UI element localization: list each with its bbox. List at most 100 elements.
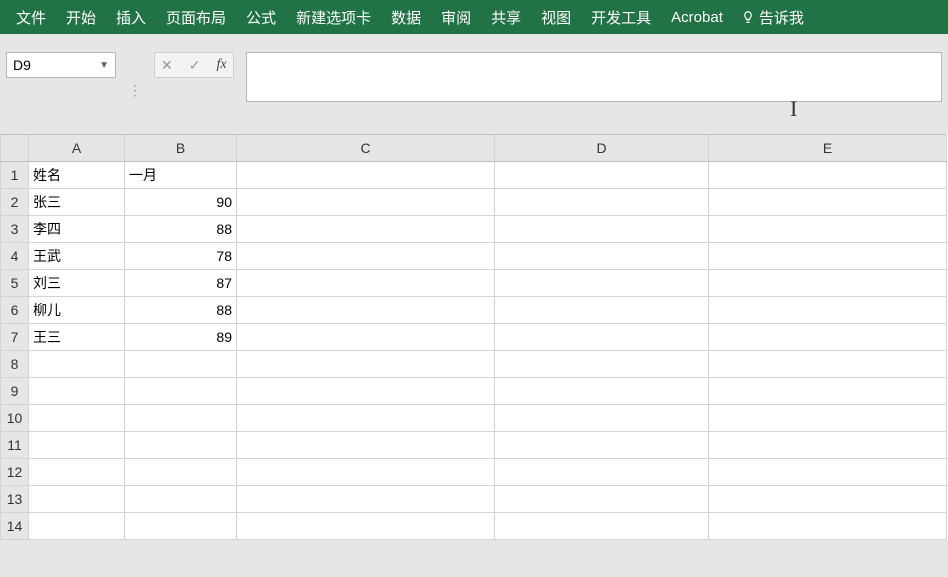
grid[interactable]: ABCDE1姓名一月2张三903李四884王武785刘三876柳儿887王三89… xyxy=(0,134,947,540)
cell-C9[interactable] xyxy=(237,378,495,405)
row-header-8[interactable]: 8 xyxy=(1,351,29,378)
cell-A2[interactable]: 张三 xyxy=(29,189,125,216)
cell-E7[interactable] xyxy=(709,324,947,351)
cell-B6[interactable]: 88 xyxy=(125,297,237,324)
cell-C13[interactable] xyxy=(237,486,495,513)
cell-C3[interactable] xyxy=(237,216,495,243)
cell-D3[interactable] xyxy=(495,216,709,243)
cell-C4[interactable] xyxy=(237,243,495,270)
ribbon-tab-插入[interactable]: 插入 xyxy=(106,0,156,34)
cell-D6[interactable] xyxy=(495,297,709,324)
name-box[interactable]: D9 ▼ xyxy=(6,52,116,78)
cell-B13[interactable] xyxy=(125,486,237,513)
cell-C7[interactable] xyxy=(237,324,495,351)
ribbon-tab-视图[interactable]: 视图 xyxy=(531,0,581,34)
cell-B4[interactable]: 78 xyxy=(125,243,237,270)
cell-B2[interactable]: 90 xyxy=(125,189,237,216)
cell-E4[interactable] xyxy=(709,243,947,270)
row-header-10[interactable]: 10 xyxy=(1,405,29,432)
ribbon-tab-开发工具[interactable]: 开发工具 xyxy=(581,0,661,34)
cell-D2[interactable] xyxy=(495,189,709,216)
tell-me[interactable]: 告诉我 xyxy=(733,0,812,34)
cell-D12[interactable] xyxy=(495,459,709,486)
cell-A11[interactable] xyxy=(29,432,125,459)
cell-B8[interactable] xyxy=(125,351,237,378)
cell-D10[interactable] xyxy=(495,405,709,432)
cell-A6[interactable]: 柳儿 xyxy=(29,297,125,324)
cell-E11[interactable] xyxy=(709,432,947,459)
cell-E6[interactable] xyxy=(709,297,947,324)
cell-D14[interactable] xyxy=(495,513,709,540)
cell-E8[interactable] xyxy=(709,351,947,378)
cell-B9[interactable] xyxy=(125,378,237,405)
ribbon-tab-Acrobat[interactable]: Acrobat xyxy=(661,0,733,34)
col-header-B[interactable]: B xyxy=(125,135,237,162)
enter-icon[interactable]: ✓ xyxy=(189,57,201,74)
cell-B11[interactable] xyxy=(125,432,237,459)
row-header-2[interactable]: 2 xyxy=(1,189,29,216)
cell-A4[interactable]: 王武 xyxy=(29,243,125,270)
cell-E13[interactable] xyxy=(709,486,947,513)
ribbon-tab-文件[interactable]: 文件 xyxy=(6,0,56,34)
row-header-3[interactable]: 3 xyxy=(1,216,29,243)
cell-C8[interactable] xyxy=(237,351,495,378)
cell-B7[interactable]: 89 xyxy=(125,324,237,351)
cell-A13[interactable] xyxy=(29,486,125,513)
ribbon-tab-新建选项卡[interactable]: 新建选项卡 xyxy=(286,0,381,34)
row-header-7[interactable]: 7 xyxy=(1,324,29,351)
col-header-C[interactable]: C xyxy=(237,135,495,162)
cell-B1[interactable]: 一月 xyxy=(125,162,237,189)
cell-A12[interactable] xyxy=(29,459,125,486)
row-header-12[interactable]: 12 xyxy=(1,459,29,486)
cell-A8[interactable] xyxy=(29,351,125,378)
cell-C6[interactable] xyxy=(237,297,495,324)
row-header-11[interactable]: 11 xyxy=(1,432,29,459)
cell-A14[interactable] xyxy=(29,513,125,540)
cell-B3[interactable]: 88 xyxy=(125,216,237,243)
cell-C1[interactable] xyxy=(237,162,495,189)
cell-E3[interactable] xyxy=(709,216,947,243)
col-header-A[interactable]: A xyxy=(29,135,125,162)
ribbon-tab-公式[interactable]: 公式 xyxy=(236,0,286,34)
row-header-14[interactable]: 14 xyxy=(1,513,29,540)
cell-D5[interactable] xyxy=(495,270,709,297)
row-header-5[interactable]: 5 xyxy=(1,270,29,297)
ribbon-tab-审阅[interactable]: 审阅 xyxy=(431,0,481,34)
cell-C5[interactable] xyxy=(237,270,495,297)
cell-D7[interactable] xyxy=(495,324,709,351)
chevron-down-icon[interactable]: ▼ xyxy=(99,60,109,71)
fx-icon[interactable]: fx xyxy=(216,57,226,73)
cell-A10[interactable] xyxy=(29,405,125,432)
ribbon-tab-共享[interactable]: 共享 xyxy=(481,0,531,34)
cell-C10[interactable] xyxy=(237,405,495,432)
ribbon-tab-页面布局[interactable]: 页面布局 xyxy=(156,0,236,34)
cell-B5[interactable]: 87 xyxy=(125,270,237,297)
row-header-6[interactable]: 6 xyxy=(1,297,29,324)
select-all[interactable] xyxy=(1,135,29,162)
row-header-1[interactable]: 1 xyxy=(1,162,29,189)
cell-C11[interactable] xyxy=(237,432,495,459)
cell-B12[interactable] xyxy=(125,459,237,486)
cell-A7[interactable]: 王三 xyxy=(29,324,125,351)
formula-input[interactable] xyxy=(246,52,942,102)
cell-C12[interactable] xyxy=(237,459,495,486)
col-header-D[interactable]: D xyxy=(495,135,709,162)
cancel-icon[interactable]: ✕ xyxy=(161,57,173,74)
cell-A5[interactable]: 刘三 xyxy=(29,270,125,297)
cell-E2[interactable] xyxy=(709,189,947,216)
cell-C14[interactable] xyxy=(237,513,495,540)
cell-A1[interactable]: 姓名 xyxy=(29,162,125,189)
row-header-4[interactable]: 4 xyxy=(1,243,29,270)
cell-D11[interactable] xyxy=(495,432,709,459)
cell-D1[interactable] xyxy=(495,162,709,189)
cell-C2[interactable] xyxy=(237,189,495,216)
cell-D13[interactable] xyxy=(495,486,709,513)
row-header-9[interactable]: 9 xyxy=(1,378,29,405)
cell-E14[interactable] xyxy=(709,513,947,540)
cell-B10[interactable] xyxy=(125,405,237,432)
cell-D8[interactable] xyxy=(495,351,709,378)
cell-E12[interactable] xyxy=(709,459,947,486)
cell-A9[interactable] xyxy=(29,378,125,405)
cell-E5[interactable] xyxy=(709,270,947,297)
col-header-E[interactable]: E xyxy=(709,135,947,162)
